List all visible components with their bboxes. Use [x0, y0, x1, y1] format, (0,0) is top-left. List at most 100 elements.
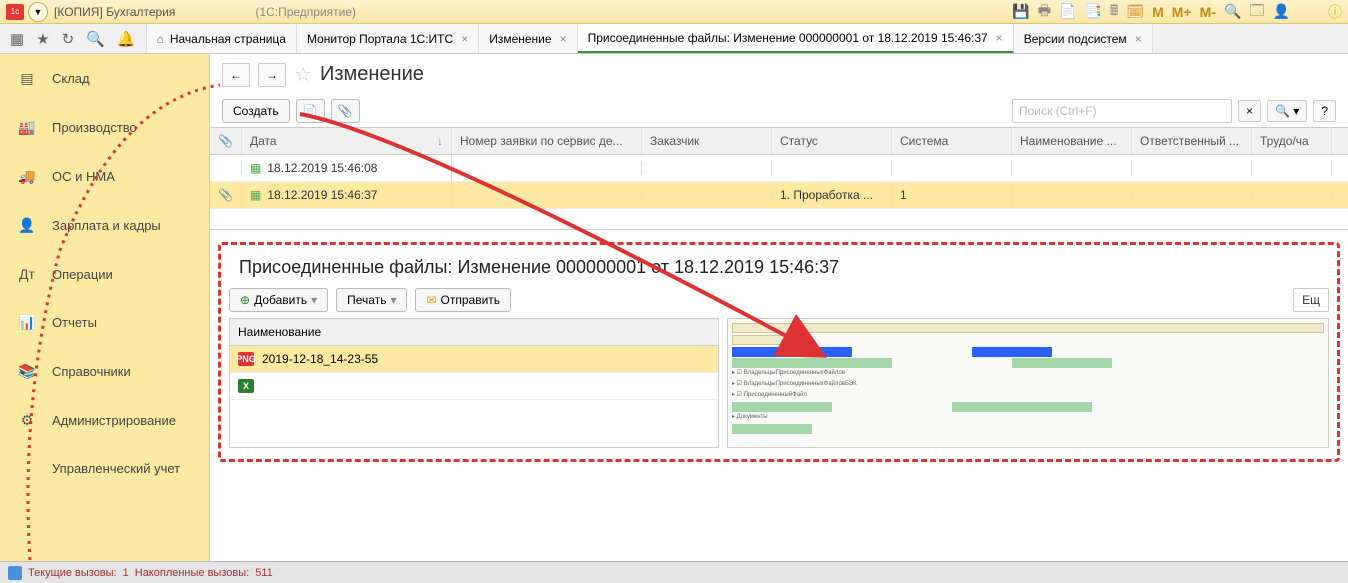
print-button[interactable]: Печать▾: [336, 288, 407, 312]
tab-home[interactable]: ⌂ Начальная страница: [147, 24, 297, 53]
tabbar-iconrow: ▦ ★ ↻ 🔍 🔔: [0, 24, 147, 53]
tab-label: Версии подсистем: [1024, 32, 1127, 46]
back-button[interactable]: ←: [222, 63, 250, 87]
highlight-frame: Присоединенные файлы: Изменение 00000000…: [218, 242, 1340, 462]
sidebar-item-operations[interactable]: ДтОперации: [0, 250, 209, 298]
factory-icon: 🏭: [18, 119, 36, 136]
th-status[interactable]: Статус: [772, 128, 892, 154]
calendar-icon[interactable]: 🗓: [1126, 3, 1144, 20]
sidebar-label: ОС и НМА: [52, 169, 115, 184]
more-button[interactable]: ?: [1313, 100, 1336, 122]
favorite-icon[interactable]: ☆: [294, 62, 312, 87]
star-icon[interactable]: ★: [36, 30, 49, 48]
clear-button[interactable]: ×: [1238, 100, 1261, 122]
chart-icon: 📊: [18, 314, 36, 331]
document-icon: ▦: [250, 188, 261, 202]
apps-icon[interactable]: ▦: [10, 30, 24, 48]
book-icon: 📚: [18, 363, 36, 380]
th-customer[interactable]: Заказчик: [642, 128, 772, 154]
add-button[interactable]: ⊕Добавить▾: [229, 288, 328, 312]
sidebar-item-reports[interactable]: 📊 Отчеты: [0, 298, 209, 347]
zoom-icon[interactable]: 🔍: [1224, 3, 1241, 20]
sidebar-label: Операции: [52, 267, 113, 282]
sidebar-item-refs[interactable]: 📚 Справочники: [0, 347, 209, 396]
attachment-icon: 📎: [218, 188, 233, 202]
truck-icon: 🚚: [18, 168, 36, 185]
filelist-header[interactable]: Наименование: [230, 319, 718, 346]
th-system[interactable]: Система: [892, 128, 1012, 154]
tab-change[interactable]: Изменение ×: [479, 24, 577, 53]
bell-icon[interactable]: 🔔: [117, 30, 136, 48]
compare-icon[interactable]: 📑: [1084, 3, 1101, 20]
m-button[interactable]: M: [1152, 4, 1164, 20]
th-date[interactable]: Дата↓: [242, 128, 452, 154]
tab-label: Изменение: [489, 32, 551, 46]
m-plus-button[interactable]: M+: [1172, 4, 1192, 20]
acc-calls-value: 511: [255, 567, 273, 579]
close-icon[interactable]: ×: [1135, 32, 1142, 46]
send-button[interactable]: ✉Отправить: [415, 288, 511, 312]
more-link[interactable]: Ещ: [1293, 288, 1329, 312]
copy-button[interactable]: 📄: [296, 99, 325, 123]
document-icon: ▦: [250, 161, 261, 175]
create-button[interactable]: Создать: [222, 99, 290, 123]
info-icon[interactable]: ⓘ: [1328, 2, 1342, 22]
calc-icon[interactable]: 🖩: [1110, 0, 1118, 24]
app-logo: 1c: [6, 4, 24, 20]
th-labor[interactable]: Трудо/ча: [1252, 128, 1332, 154]
toolbar: Создать 📄 📎 Поиск (Ctrl+F) × 🔍 ▾ ?: [210, 95, 1348, 127]
search-button[interactable]: 🔍 ▾: [1267, 100, 1307, 122]
file-list: Наименование PNG 2019-12-18_14-23-55 X: [229, 318, 719, 448]
close-icon[interactable]: ×: [996, 31, 1003, 45]
current-calls-label: Текущие вызовы:: [28, 567, 117, 579]
sidebar-item-warehouse[interactable]: ▤Склад: [0, 54, 209, 103]
sidebar-item-mgmt[interactable]: Управленческий учет: [0, 445, 209, 492]
close-icon[interactable]: ×: [461, 32, 468, 46]
sidebar-label: Отчеты: [52, 315, 97, 330]
person-icon: 👤: [18, 217, 36, 234]
current-calls-value: 1: [123, 567, 129, 579]
tab-monitor[interactable]: Монитор Портала 1С:ИТС ×: [297, 24, 479, 53]
history-icon[interactable]: ↻: [62, 30, 75, 48]
sidebar-label: Склад: [52, 71, 90, 86]
tabbar: ▦ ★ ↻ 🔍 🔔 ⌂ Начальная страница Монитор П…: [0, 24, 1348, 54]
status-icon: [8, 566, 22, 580]
print-icon[interactable]: 🖶: [1038, 0, 1051, 24]
th-attach[interactable]: 📎: [210, 128, 242, 154]
sidebar-item-hr[interactable]: 👤 Зарплата и кадры: [0, 201, 209, 250]
sidebar-label: Производство: [52, 120, 137, 135]
th-name[interactable]: Наименование ...: [1012, 128, 1132, 154]
th-req[interactable]: Номер заявки по сервис де...: [452, 128, 642, 154]
close-icon[interactable]: ×: [560, 32, 567, 46]
doc-icon[interactable]: 📄: [1059, 3, 1076, 20]
window-icon[interactable]: 🗔: [1249, 0, 1264, 24]
forward-button[interactable]: →: [258, 63, 286, 87]
search-icon[interactable]: 🔍: [86, 30, 105, 48]
th-resp[interactable]: Ответственный ...: [1132, 128, 1252, 154]
home-icon: ⌂: [157, 32, 164, 46]
tab-versions[interactable]: Версии подсистем ×: [1014, 24, 1153, 53]
statusbar: Текущие вызовы: 1 Накопленные вызовы: 51…: [0, 561, 1348, 583]
titlebar: 1c ▼ [КОПИЯ] Бухгалтерия (1С:Предприятие…: [0, 0, 1348, 24]
app-title: [КОПИЯ] Бухгалтерия: [54, 5, 175, 19]
search-input[interactable]: Поиск (Ctrl+F): [1012, 99, 1232, 123]
tab-attached[interactable]: Присоединенные файлы: Изменение 00000000…: [578, 24, 1014, 53]
table-row[interactable]: ▦18.12.2019 15:46:08: [210, 155, 1348, 182]
file-row[interactable]: PNG 2019-12-18_14-23-55: [230, 346, 718, 373]
dropdown-button[interactable]: ▼: [28, 2, 48, 22]
attach-button[interactable]: 📎: [331, 99, 360, 123]
sidebar-label: Зарплата и кадры: [52, 218, 161, 233]
file-preview: ▸ ☑ ВладельцыПрисоединенныхФайлов ▸ ☑ Вл…: [727, 318, 1329, 448]
sidebar-item-assets[interactable]: 🚚 ОС и НМА: [0, 152, 209, 201]
save-icon[interactable]: 💾: [1012, 3, 1029, 20]
acc-calls-label: Накопленные вызовы:: [135, 567, 249, 579]
file-row[interactable]: X: [230, 373, 718, 400]
sidebar-label: Справочники: [52, 364, 131, 379]
sidebar-item-admin[interactable]: ⚙Администрирование: [0, 396, 209, 445]
sidebar-item-production[interactable]: 🏭 Производство: [0, 103, 209, 152]
page-header: ← → ☆ Изменение: [210, 54, 1348, 95]
main: ▤Склад 🏭 Производство 🚚 ОС и НМА 👤 Зарплата…: [0, 54, 1348, 561]
user-icon[interactable]: 👤: [1273, 3, 1290, 20]
table-row[interactable]: 📎 ▦18.12.2019 15:46:37 1. Проработка ...…: [210, 182, 1348, 209]
m-minus-button[interactable]: M-: [1200, 4, 1216, 20]
